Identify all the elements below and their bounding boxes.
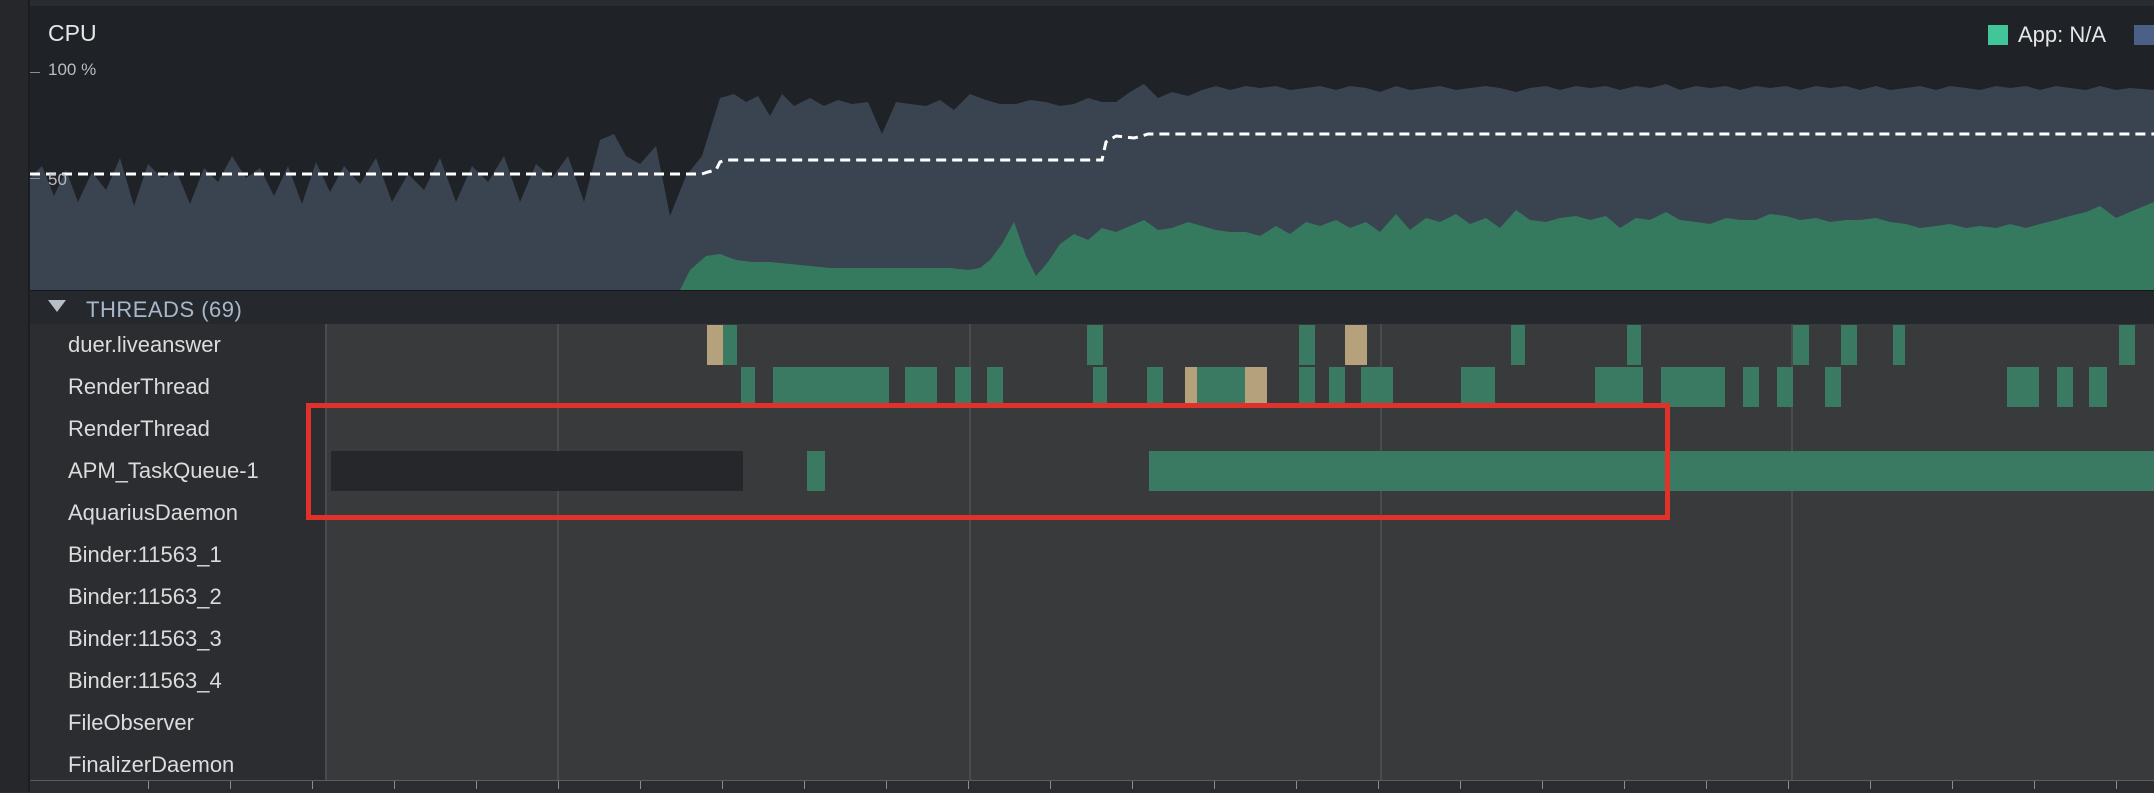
axis-mark [1952, 781, 1953, 789]
thread-segment-running[interactable] [2089, 367, 2107, 407]
axis-mark [886, 781, 887, 789]
axis-mark [2116, 781, 2117, 789]
thread-segment-runnable[interactable] [707, 325, 723, 365]
thread-segment-running[interactable] [1197, 367, 1245, 407]
axis-tick-100 [30, 72, 40, 73]
thread-label[interactable]: Binder:11563_3 [68, 618, 222, 660]
thread-segment-running[interactable] [723, 325, 737, 365]
thread-segment-running[interactable] [1147, 367, 1163, 407]
thread-segment-running[interactable] [1461, 367, 1495, 407]
axis-mark [2034, 781, 2035, 789]
thread-label[interactable]: APM_TaskQueue-1 [68, 450, 259, 492]
thread-segment-runnable[interactable] [1345, 325, 1367, 365]
axis-tick-50 [30, 178, 40, 179]
thread-segment-running[interactable] [1825, 367, 1841, 407]
thread-label[interactable]: Binder:11563_1 [68, 534, 222, 576]
axis-mark [722, 781, 723, 789]
axis-mark [148, 781, 149, 789]
threads-title: THREADS (69) [86, 297, 243, 322]
axis-mark [1706, 781, 1707, 789]
axis-mark [1050, 781, 1051, 789]
timeline-axis [30, 780, 2154, 793]
axis-mark [1296, 781, 1297, 789]
cpu-title: CPU [48, 20, 97, 46]
threads-header[interactable]: THREADS (69) [30, 290, 2154, 325]
axis-mark [1788, 781, 1789, 789]
axis-mark [230, 781, 231, 789]
thread-segment-running[interactable] [2057, 367, 2073, 407]
left-gutter [0, 0, 30, 792]
thread-label[interactable]: Binder:11563_2 [68, 576, 222, 618]
cpu-usage-chart [30, 84, 2154, 290]
thread-tracks[interactable] [325, 324, 2154, 780]
grid-line [557, 324, 559, 780]
axis-label-50: 50 [48, 170, 67, 189]
axis-mark [1542, 781, 1543, 789]
thread-label[interactable]: Binder:11563_4 [68, 660, 222, 702]
axis-mark [968, 781, 969, 789]
thread-segment-running[interactable] [1893, 325, 1905, 365]
axis-mark [1624, 781, 1625, 789]
axis-mark [1378, 781, 1379, 789]
axis-mark [476, 781, 477, 789]
thread-segment-running[interactable] [905, 367, 937, 407]
thread-segment-running[interactable] [1777, 367, 1793, 407]
selection-highlight-box [306, 403, 1670, 520]
axis-mark [640, 781, 641, 789]
thread-segment-running[interactable] [741, 367, 755, 407]
thread-segment-running[interactable] [1841, 325, 1857, 365]
thread-segment-running[interactable] [1299, 367, 1315, 407]
thread-list: duer.liveanswer RenderThread RenderThrea… [30, 324, 325, 780]
axis-mark [312, 781, 313, 789]
cpu-panel[interactable]: CPU 100 % 50 App: N/A [30, 0, 2154, 290]
thread-label[interactable]: duer.liveanswer [68, 324, 221, 366]
thread-segment-running[interactable] [1793, 325, 1809, 365]
thread-segment-running[interactable] [1661, 367, 1725, 407]
thread-label[interactable]: RenderThread [68, 408, 210, 450]
axis-mark [804, 781, 805, 789]
axis-label-100: 100 % [48, 60, 97, 79]
thread-segment-running[interactable] [955, 367, 971, 407]
axis-mark [558, 781, 559, 789]
thread-segment-running[interactable] [1093, 367, 1107, 407]
axis-mark [1132, 781, 1133, 789]
thread-segment-running[interactable] [987, 367, 1003, 407]
legend-app-swatch [1987, 25, 2008, 45]
thread-segment-running[interactable] [1361, 367, 1393, 407]
thread-label[interactable]: FileObserver [68, 702, 194, 744]
thread-segment-running[interactable] [773, 367, 889, 407]
thread-segment-running[interactable] [1595, 367, 1643, 407]
thread-segment-running[interactable] [1329, 367, 1345, 407]
thread-label[interactable]: AquariusDaemon [68, 492, 238, 534]
axis-mark [1460, 781, 1461, 789]
thread-segment-running[interactable] [1511, 325, 1525, 365]
axis-mark [1870, 781, 1871, 789]
axis-mark [394, 781, 395, 789]
thread-segment-running[interactable] [2007, 367, 2039, 407]
thread-segment-running[interactable] [1743, 367, 1759, 407]
thread-segment-running[interactable] [1299, 325, 1315, 365]
axis-mark [1214, 781, 1215, 789]
thread-segment-running[interactable] [2119, 325, 2135, 365]
legend-app-label: App: N/A [2017, 22, 2106, 47]
thread-segment-running[interactable] [1087, 325, 1103, 365]
collapse-triangle-icon[interactable] [48, 300, 66, 312]
cpu-legend: App: N/A [1987, 22, 2154, 48]
thread-segment-runnable[interactable] [1245, 367, 1267, 407]
thread-segment-running[interactable] [1627, 325, 1641, 365]
legend-other-swatch [2134, 25, 2154, 45]
thread-label[interactable]: RenderThread [68, 366, 210, 408]
thread-segment-runnable[interactable] [1185, 367, 1197, 407]
